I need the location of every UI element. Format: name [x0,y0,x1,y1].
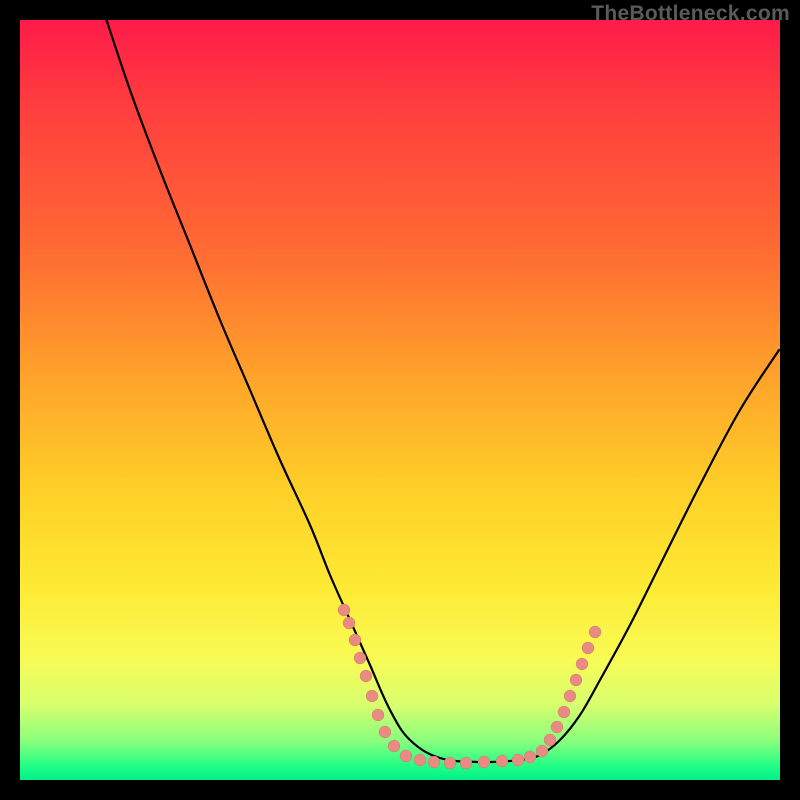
marker-dot [360,670,372,682]
marker-dot [582,642,594,654]
chart-frame: TheBottleneck.com [0,0,800,800]
marker-dot [444,757,456,769]
marker-dot [366,690,378,702]
marker-dot [388,740,400,752]
marker-dot [564,690,576,702]
marker-dot [496,755,508,767]
marker-dot [414,754,426,766]
marker-dot [544,734,556,746]
marker-dot [349,634,361,646]
marker-dot [372,709,384,721]
marker-dot [536,745,548,757]
marker-dot [524,751,536,763]
marker-dot [576,658,588,670]
attribution-watermark: TheBottleneck.com [591,2,790,26]
marker-dot [343,617,355,629]
marker-dot [400,750,412,762]
marker-dot [551,721,563,733]
marker-dot [558,706,570,718]
marker-dot [478,756,490,768]
trough-markers [338,604,601,769]
marker-dot [379,726,391,738]
chart-svg-layer [20,20,780,780]
marker-dot [338,604,350,616]
marker-dot [428,756,440,768]
bottleneck-curve [100,20,779,762]
marker-dot [460,757,472,769]
marker-dot [570,674,582,686]
marker-dot [354,652,366,664]
marker-dot [589,626,601,638]
marker-dot [512,754,524,766]
plot-area [20,20,780,780]
